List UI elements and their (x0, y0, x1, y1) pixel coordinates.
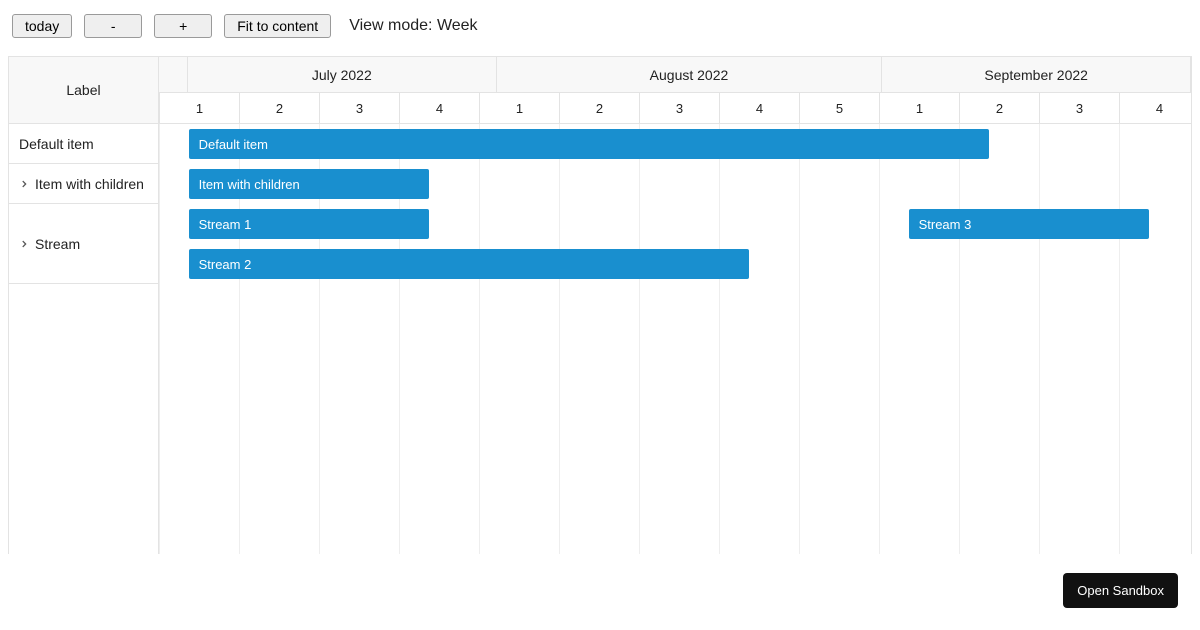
month-header: September 2022 (882, 57, 1191, 92)
week-header: 5 (800, 93, 880, 123)
today-button[interactable]: today (12, 14, 72, 38)
view-mode-value: Week (437, 17, 478, 34)
week-header: 1 (880, 93, 960, 123)
row-label-1[interactable]: Item with children (9, 164, 158, 204)
week-header: 4 (720, 93, 800, 123)
row-label-text: Stream (35, 236, 80, 252)
week-header: 2 (960, 93, 1040, 123)
fit-to-content-button[interactable]: Fit to content (224, 14, 331, 38)
gantt-bar[interactable]: Stream 2 (189, 249, 749, 279)
week-header-row: 1234123451234 (159, 93, 1191, 124)
month-header: July 2022 (188, 57, 497, 92)
week-header: 3 (640, 93, 720, 123)
label-column-header: Label (9, 57, 158, 124)
month-header: August 2022 (497, 57, 883, 92)
week-header: 4 (400, 93, 480, 123)
week-header: 2 (560, 93, 640, 123)
month-header-row: July 2022August 2022September 2022 (159, 57, 1191, 93)
row-label-0: Default item (9, 124, 158, 164)
week-header: 2 (240, 93, 320, 123)
row-label-text: Item with children (35, 176, 144, 192)
gantt-bar[interactable]: Default item (189, 129, 989, 159)
gantt-bar[interactable]: Stream 3 (909, 209, 1149, 239)
timeline[interactable]: July 2022August 2022September 2022 12341… (159, 57, 1191, 554)
gantt-bars: Default item Item with children Stream 1 St… (159, 124, 1191, 554)
open-sandbox-button[interactable]: Open Sandbox (1063, 573, 1178, 608)
zoom-out-button[interactable]: - (84, 14, 142, 38)
week-header: 1 (480, 93, 560, 123)
gantt-bar[interactable]: Stream 1 (189, 209, 429, 239)
gantt-chart: Label Default item Item with children Stre… (8, 56, 1192, 554)
zoom-in-button[interactable]: + (154, 14, 212, 38)
week-header: 4 (1120, 93, 1191, 123)
chevron-right-icon[interactable] (19, 176, 29, 192)
chevron-right-icon[interactable] (19, 236, 29, 252)
view-mode-label: View mode: Week (349, 17, 477, 35)
view-mode-prefix: View mode: (349, 17, 437, 34)
gantt-bar[interactable]: Item with children (189, 169, 429, 199)
week-header: 1 (160, 93, 240, 123)
row-label-2[interactable]: Stream (9, 204, 158, 284)
label-column: Label Default item Item with children Stre… (9, 57, 159, 554)
week-header: 3 (320, 93, 400, 123)
row-label-text: Default item (19, 136, 94, 152)
week-header: 3 (1040, 93, 1120, 123)
